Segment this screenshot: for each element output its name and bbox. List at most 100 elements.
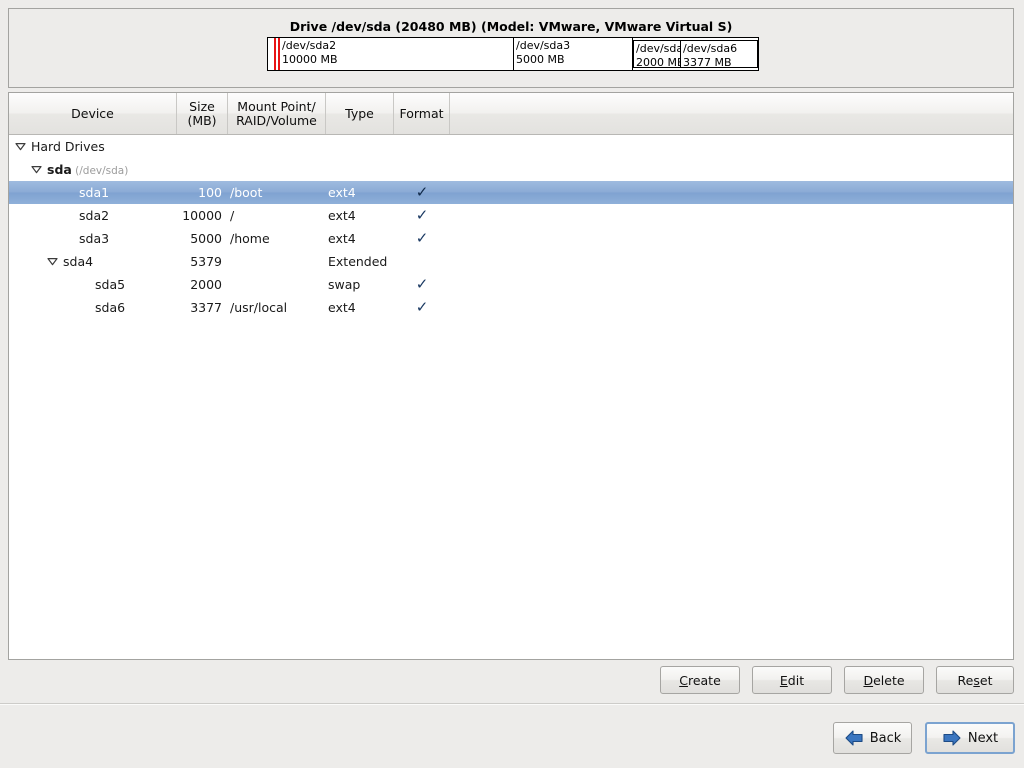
table-cell-mount: / <box>230 204 326 227</box>
table-cell-type: ext4 <box>328 204 394 227</box>
table-cell-format: ✓ <box>394 204 450 227</box>
back-button-label-post: ack <box>879 731 902 746</box>
partition-list-panel: Device Size (MB) Mount Point/ RAID/Volum… <box>8 92 1014 660</box>
partition-table-body: Hard Drivessda (/dev/sda)sda1100/bootext… <box>9 135 1013 319</box>
create-button-label-post: reate <box>688 673 721 688</box>
table-cell-mount: /usr/local <box>230 296 326 319</box>
table-cell-format <box>394 250 450 273</box>
create-button[interactable]: Create <box>660 666 740 694</box>
arrow-right-icon <box>942 730 962 746</box>
wizard-navigation: Back Next <box>0 722 1024 756</box>
tree-expander-icon[interactable] <box>47 250 58 273</box>
edit-button[interactable]: Edit <box>752 666 832 694</box>
table-cell-mount: /boot <box>230 181 326 204</box>
table-cell-mount <box>230 158 326 181</box>
table-cell-device: sda1 <box>9 181 177 204</box>
table-row[interactable]: sda63377/usr/localext4✓ <box>9 296 1013 319</box>
column-header-size[interactable]: Size (MB) <box>177 93 228 134</box>
table-cell-mount <box>230 273 326 296</box>
reset-button[interactable]: Reset <box>936 666 1014 694</box>
table-row[interactable]: sda (/dev/sda) <box>9 158 1013 181</box>
table-row[interactable]: sda210000/ext4✓ <box>9 204 1013 227</box>
table-cell-type: Extended <box>328 250 394 273</box>
table-cell-format: ✓ <box>394 273 450 296</box>
column-header-device-label: Device <box>71 107 114 121</box>
table-cell-device: sda3 <box>9 227 177 250</box>
checkmark-icon: ✓ <box>416 298 429 316</box>
table-row[interactable]: sda1100/bootext4✓ <box>9 181 1013 204</box>
drive-segment-sda2-size: 10000 MB <box>282 53 513 67</box>
tree-expander-icon[interactable] <box>15 135 26 158</box>
drive-partition-bar[interactable]: /dev/sda2 10000 MB /dev/sda3 5000 MB /de… <box>267 37 759 71</box>
table-cell-device-path: (/dev/sda) <box>72 165 129 177</box>
checkmark-icon: ✓ <box>416 206 429 224</box>
checkmark-icon: ✓ <box>416 275 429 293</box>
tree-expander-icon[interactable] <box>31 158 42 181</box>
drive-segment-sda3-size: 5000 MB <box>516 53 632 67</box>
drive-segment-sda5[interactable]: /dev/sda5 2000 MB <box>634 41 681 67</box>
drive-segment-sda2[interactable]: /dev/sda2 10000 MB <box>280 38 514 70</box>
back-button-mnemonic: B <box>870 731 879 746</box>
column-header-size-line1: Size <box>187 100 216 114</box>
table-cell-format <box>394 158 450 181</box>
table-cell-device-label: sda1 <box>79 185 109 200</box>
table-cell-size: 3377 <box>177 296 222 319</box>
table-cell-type: swap <box>328 273 394 296</box>
edit-button-mnemonic: E <box>780 673 788 688</box>
drive-graphic-title: Drive /dev/sda (20480 MB) (Model: VMware… <box>9 19 1013 34</box>
drive-segment-sda3-name: /dev/sda3 <box>516 39 632 53</box>
drive-segment-sda6-name: /dev/sda6 <box>683 42 757 56</box>
table-cell-mount <box>230 250 326 273</box>
table-cell-device: sda (/dev/sda) <box>9 158 177 181</box>
column-header-format[interactable]: Format <box>394 93 450 134</box>
drive-segment-sda4-extended[interactable]: /dev/sda5 2000 MB /dev/sda6 3377 MB <box>633 40 758 68</box>
table-cell-device-label: Hard Drives <box>31 139 105 154</box>
table-cell-size <box>177 135 222 158</box>
table-cell-device-label: sda3 <box>79 231 109 246</box>
column-header-size-line2: (MB) <box>187 114 216 128</box>
footer-separator <box>0 703 1024 705</box>
back-button[interactable]: Back <box>833 722 912 754</box>
delete-button[interactable]: Delete <box>844 666 924 694</box>
drive-segment-sda2-name: /dev/sda2 <box>282 39 513 53</box>
table-row[interactable]: sda45379Extended <box>9 250 1013 273</box>
drive-graphic-panel: Drive /dev/sda (20480 MB) (Model: VMware… <box>8 8 1014 88</box>
table-cell-device: sda2 <box>9 204 177 227</box>
table-cell-type: ext4 <box>328 181 394 204</box>
drive-segment-sda6-size: 3377 MB <box>683 56 757 67</box>
table-cell-device-label: sda6 <box>95 300 125 315</box>
drive-segment-sda3[interactable]: /dev/sda3 5000 MB <box>514 38 633 70</box>
table-row[interactable]: sda5 2000 swap ✓ <box>9 273 1013 296</box>
table-cell-mount <box>230 135 326 158</box>
table-cell-type <box>328 158 394 181</box>
table-cell-device: sda4 <box>9 250 177 273</box>
table-cell-size: 5000 <box>177 227 222 250</box>
table-cell-device: sda6 <box>9 296 177 319</box>
edit-button-label-post: dit <box>788 673 804 688</box>
column-header-device[interactable]: Device <box>9 93 177 134</box>
table-row[interactable]: sda3 5000/homeext4 ✓ <box>9 227 1013 250</box>
drive-segment-sda5-size: 2000 MB <box>636 56 680 67</box>
column-header-mount-point[interactable]: Mount Point/ RAID/Volume <box>228 93 326 134</box>
table-cell-size: 2000 <box>177 273 222 296</box>
table-cell-device: Hard Drives <box>9 135 177 158</box>
table-cell-mount: /home <box>230 227 326 250</box>
table-cell-type <box>328 135 394 158</box>
drive-segment-sda5-name: /dev/sda5 <box>636 42 680 56</box>
reset-button-label-pre: Re <box>958 673 974 688</box>
table-row[interactable]: Hard Drives <box>9 135 1013 158</box>
column-header-type[interactable]: Type <box>326 93 394 134</box>
table-cell-device-label: sda5 <box>95 277 125 292</box>
reset-button-label-post: et <box>980 673 993 688</box>
table-cell-format <box>394 135 450 158</box>
next-button[interactable]: Next <box>925 722 1015 754</box>
column-header-filler <box>450 93 1013 134</box>
table-cell-device: sda5 <box>9 273 177 296</box>
delete-button-mnemonic: D <box>863 673 873 688</box>
drive-segment-sda6[interactable]: /dev/sda6 3377 MB <box>681 41 757 67</box>
checkmark-icon: ✓ <box>416 229 429 247</box>
arrow-left-icon <box>844 730 864 746</box>
partition-table-header: Device Size (MB) Mount Point/ RAID/Volum… <box>9 93 1013 135</box>
checkmark-icon: ✓ <box>416 183 429 201</box>
table-cell-type: ext4 <box>328 227 394 250</box>
